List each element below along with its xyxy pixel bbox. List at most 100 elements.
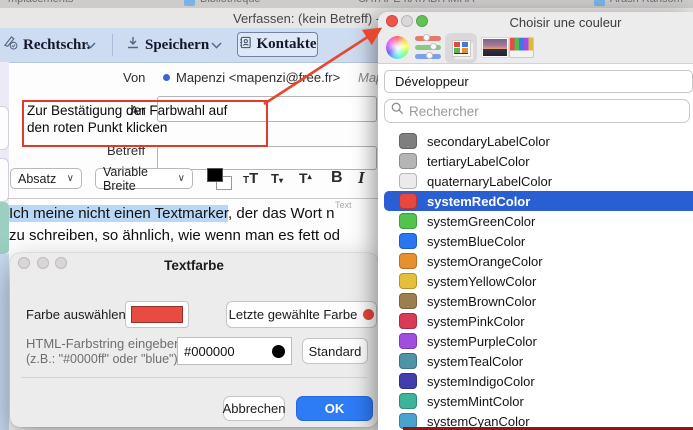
last-color-button[interactable]: Letzte gewählte Farbe xyxy=(226,301,377,328)
minimize-button[interactable] xyxy=(401,15,413,27)
html-color-input[interactable] xyxy=(184,344,254,359)
search-input[interactable] xyxy=(409,104,683,119)
color-row-systemBlueColor[interactable]: systemBlueColor xyxy=(384,231,693,251)
color-row-systemYellowColor[interactable]: systemYellowColor xyxy=(384,271,693,291)
tooltip-watermark: Text xyxy=(335,200,352,210)
color-row-systemBrownColor[interactable]: systemBrownColor xyxy=(384,291,693,311)
image-tab[interactable] xyxy=(481,33,509,61)
color-row-systemTealColor[interactable]: systemTealColor xyxy=(384,351,693,371)
color-row-systemGreenColor[interactable]: systemGreenColor xyxy=(384,211,693,231)
color-name-label: systemGreenColor xyxy=(427,214,535,229)
color-wheel-tab[interactable] xyxy=(385,33,409,61)
body-text-line1: , der das Wort n xyxy=(228,205,334,222)
chosen-color-swatch xyxy=(131,306,183,323)
color-name-label: quaternaryLabelColor xyxy=(427,174,552,189)
spellcheck-dropdown[interactable] xyxy=(85,33,96,57)
cancel-button[interactable]: Abbrechen xyxy=(223,396,285,421)
last-color-dot xyxy=(363,309,374,320)
last-color-label: Letzte gewählte Farbe xyxy=(229,307,358,322)
italic-button[interactable]: I xyxy=(358,168,365,188)
increase-font-icon[interactable]: T▴ xyxy=(299,170,312,186)
palettes-tab-selected[interactable] xyxy=(445,33,477,63)
picker-titlebar[interactable]: Choisir une couleur xyxy=(378,12,693,64)
chevron-down-icon: ∨ xyxy=(67,173,74,184)
color-swatch xyxy=(399,173,417,189)
spellcheck-label: Rechtschr. xyxy=(23,37,90,54)
color-swatch xyxy=(399,213,417,229)
color-name-label: systemRedColor xyxy=(427,194,530,209)
color-swatch xyxy=(399,353,417,369)
color-name-label: systemYellowColor xyxy=(427,274,536,289)
save-dropdown[interactable] xyxy=(211,33,222,57)
search-icon xyxy=(391,102,404,120)
font-size-icon[interactable]: TT xyxy=(243,170,258,188)
body-text-line2: zu schreiben, so ähnlich, wie wenn man e… xyxy=(9,227,340,244)
font-select[interactable]: Variable Breite ∨ xyxy=(95,168,193,189)
color-row-quaternaryLabelColor[interactable]: quaternaryLabelColor xyxy=(384,171,693,191)
color-name-label: systemOrangeColor xyxy=(427,254,543,269)
picker-title: Choisir une couleur xyxy=(438,15,693,30)
ok-button[interactable]: OK xyxy=(296,396,373,421)
color-name-label: systemMintColor xyxy=(427,394,524,409)
paragraph-format-label: Absatz xyxy=(18,172,56,186)
zoom-button[interactable] xyxy=(416,15,428,27)
palette-select-value: Développeur xyxy=(395,74,469,89)
spellcheck-icon xyxy=(3,35,18,55)
standard-button[interactable]: Standard xyxy=(302,338,368,364)
color-name-label: systemTealColor xyxy=(427,354,523,369)
color-row-systemIndigoColor[interactable]: systemIndigoColor xyxy=(384,371,693,391)
color-swatch xyxy=(399,373,417,389)
html-string-label-line1: HTML-Farbstring eingeben xyxy=(26,336,181,351)
background-window-strip: mplacementsBibliothèqueСАТАРЕ КАТАВГАМНА… xyxy=(0,0,693,8)
color-swatch xyxy=(399,313,417,329)
from-value[interactable]: Mapenzi <mapenzi@free.fr> xyxy=(176,70,340,85)
from-identity-dot xyxy=(163,74,170,81)
background-partial-button xyxy=(0,158,9,202)
color-row-tertiaryLabelColor[interactable]: tertiaryLabelColor xyxy=(384,151,693,171)
background-text-fragment: Bibliothèque xyxy=(200,0,261,5)
bold-button[interactable]: B xyxy=(331,169,343,187)
annotation-line2: den roten Punkt klicken xyxy=(27,120,167,135)
chevron-down-icon xyxy=(85,37,96,54)
divider xyxy=(21,377,367,378)
color-swatch xyxy=(399,233,417,249)
pencils-icon xyxy=(509,37,534,58)
color-row-systemMintColor[interactable]: systemMintColor xyxy=(384,391,693,411)
color-name-label: systemPinkColor xyxy=(427,314,525,329)
pick-color-label: Farbe auswählen: xyxy=(26,307,129,322)
text-color-picker-widget[interactable] xyxy=(207,168,234,192)
color-row-systemPinkColor[interactable]: systemPinkColor xyxy=(384,311,693,331)
palette-select[interactable]: Développeur xyxy=(384,70,693,93)
spellcheck-button[interactable]: Rechtschr. xyxy=(3,33,90,57)
decrease-font-icon[interactable]: T▾ xyxy=(271,171,283,186)
color-row-systemOrangeColor[interactable]: systemOrangeColor xyxy=(384,251,693,271)
background-tab-icon xyxy=(594,0,605,6)
save-button[interactable]: Speichern xyxy=(126,33,209,57)
textfarbe-dialog: Textfarbe Farbe auswählen: Letzte gewähl… xyxy=(10,253,378,427)
color-swatch xyxy=(399,333,417,349)
color-name-label: systemPurpleColor xyxy=(427,334,537,349)
standard-label: Standard xyxy=(309,344,362,359)
subject-field[interactable] xyxy=(157,146,377,170)
paragraph-format-select[interactable]: Absatz ∨ xyxy=(10,168,82,189)
close-button[interactable] xyxy=(386,15,398,27)
color-swatch xyxy=(399,193,417,209)
sliders-icon xyxy=(415,36,441,41)
pencils-tab[interactable] xyxy=(507,33,535,61)
color-row-systemPurpleColor[interactable]: systemPurpleColor xyxy=(384,331,693,351)
sliders-tab[interactable] xyxy=(414,33,442,61)
screenshot-root: mplacementsBibliothèqueСАТАРЕ КАТАВГАМНА… xyxy=(0,0,693,430)
contacts-button[interactable]: Kontakte xyxy=(237,32,318,57)
color-list: secondaryLabelColortertiaryLabelColor qua… xyxy=(378,127,693,430)
color-name-label: systemBrownColor xyxy=(427,294,536,309)
color-row-systemRedColor[interactable]: systemRedColor xyxy=(384,191,693,211)
selected-text: Ich meine nicht einen Textmarker xyxy=(9,205,228,222)
chevron-down-icon xyxy=(211,37,222,54)
chosen-color-well[interactable] xyxy=(125,301,189,328)
color-swatch xyxy=(399,293,417,309)
color-swatch xyxy=(399,133,417,149)
color-row-secondaryLabelColor[interactable]: secondaryLabelColor xyxy=(384,131,693,151)
foreground-color-swatch[interactable] xyxy=(207,168,223,182)
color-name-label: systemBlueColor xyxy=(427,234,525,249)
toolbar-separator xyxy=(112,34,113,56)
